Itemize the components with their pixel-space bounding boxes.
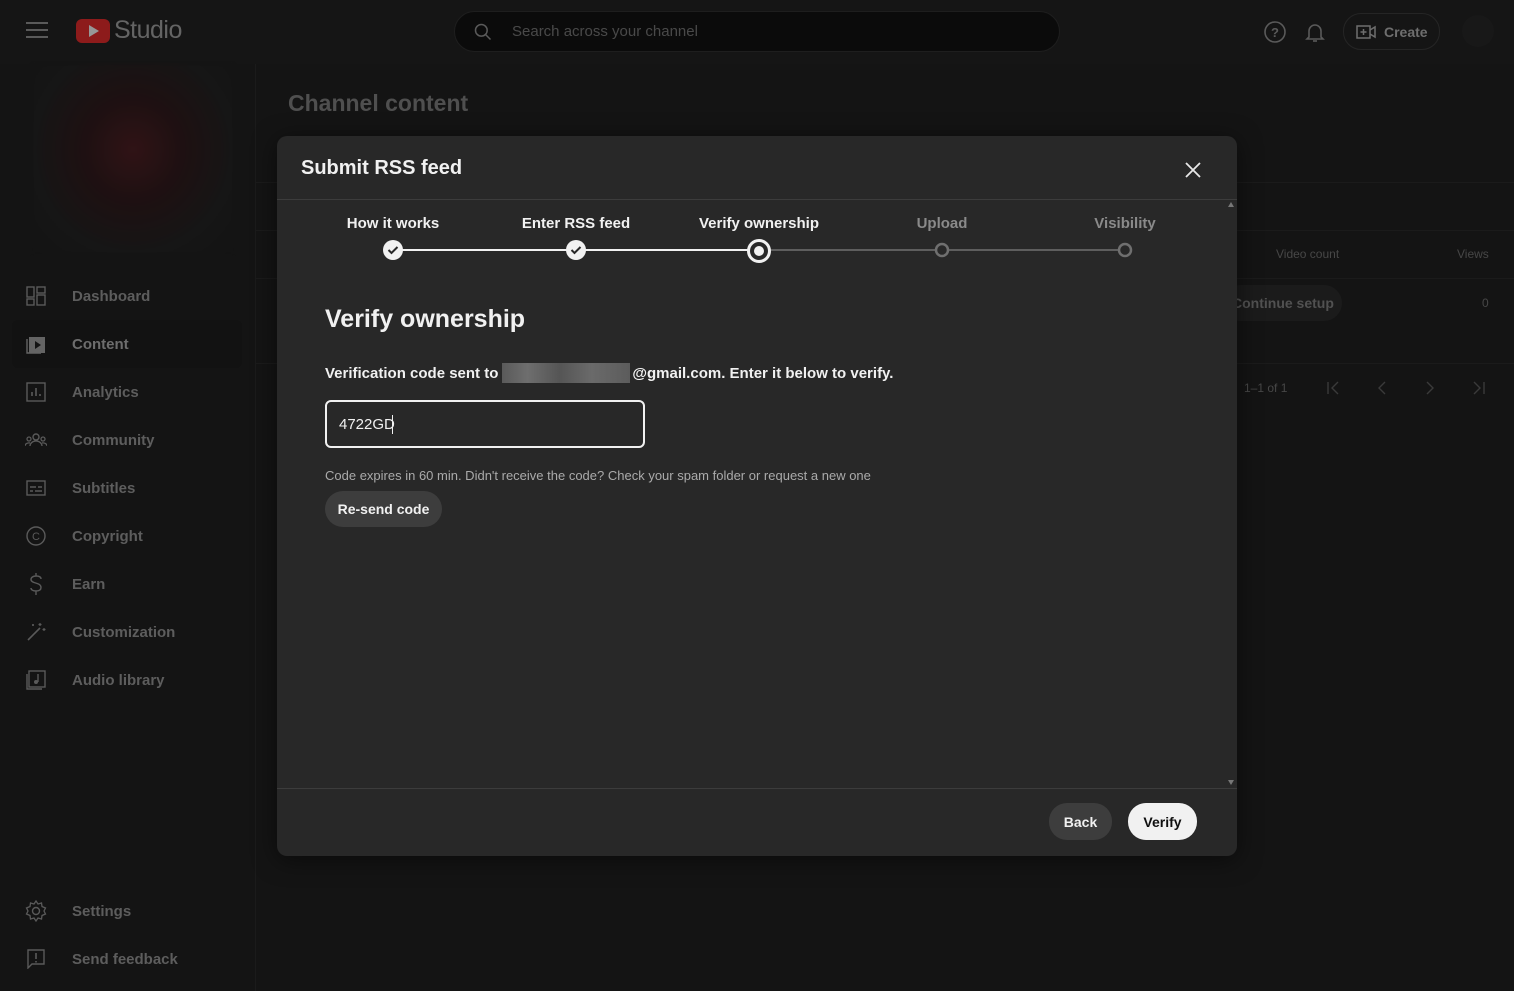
- pending-step-icon: [934, 242, 950, 258]
- desc-suffix: . Enter it below to verify.: [721, 364, 894, 382]
- divider: [277, 199, 1237, 200]
- check-icon: [566, 240, 586, 260]
- scroll-down-arrow[interactable]: [1228, 780, 1234, 785]
- resend-code-button[interactable]: Re-send code: [325, 491, 442, 527]
- check-icon: [383, 240, 403, 260]
- divider: [277, 788, 1237, 789]
- step-upload: Upload: [916, 215, 968, 232]
- verify-button[interactable]: Verify: [1128, 803, 1197, 840]
- dialog-title: Submit RSS feed: [301, 157, 463, 179]
- text-cursor: [392, 415, 393, 434]
- close-icon: [1185, 162, 1201, 178]
- submit-rss-dialog: Submit RSS feed How it works Enter RSS f…: [277, 136, 1237, 856]
- current-step-icon: [747, 239, 771, 263]
- code-helper-text: Code expires in 60 min. Didn't receive t…: [325, 468, 871, 483]
- pending-step-icon: [1117, 242, 1133, 258]
- step-how-it-works: How it works: [346, 215, 440, 232]
- step-enter-rss-feed: Enter RSS feed: [521, 215, 631, 232]
- scroll-up-arrow[interactable]: [1228, 202, 1234, 207]
- section-heading: Verify ownership: [325, 305, 526, 333]
- verification-description: Verification code sent to @gmail.com . E…: [325, 363, 893, 383]
- step-visibility: Visibility: [1094, 215, 1156, 232]
- back-button[interactable]: Back: [1049, 803, 1112, 840]
- step-verify-ownership: Verify ownership: [698, 215, 820, 232]
- email-domain: @gmail.com: [632, 364, 722, 382]
- verification-code-input[interactable]: [325, 400, 645, 448]
- redacted-email: [502, 363, 631, 383]
- desc-prefix: Verification code sent to: [325, 364, 499, 382]
- close-button[interactable]: [1177, 154, 1209, 186]
